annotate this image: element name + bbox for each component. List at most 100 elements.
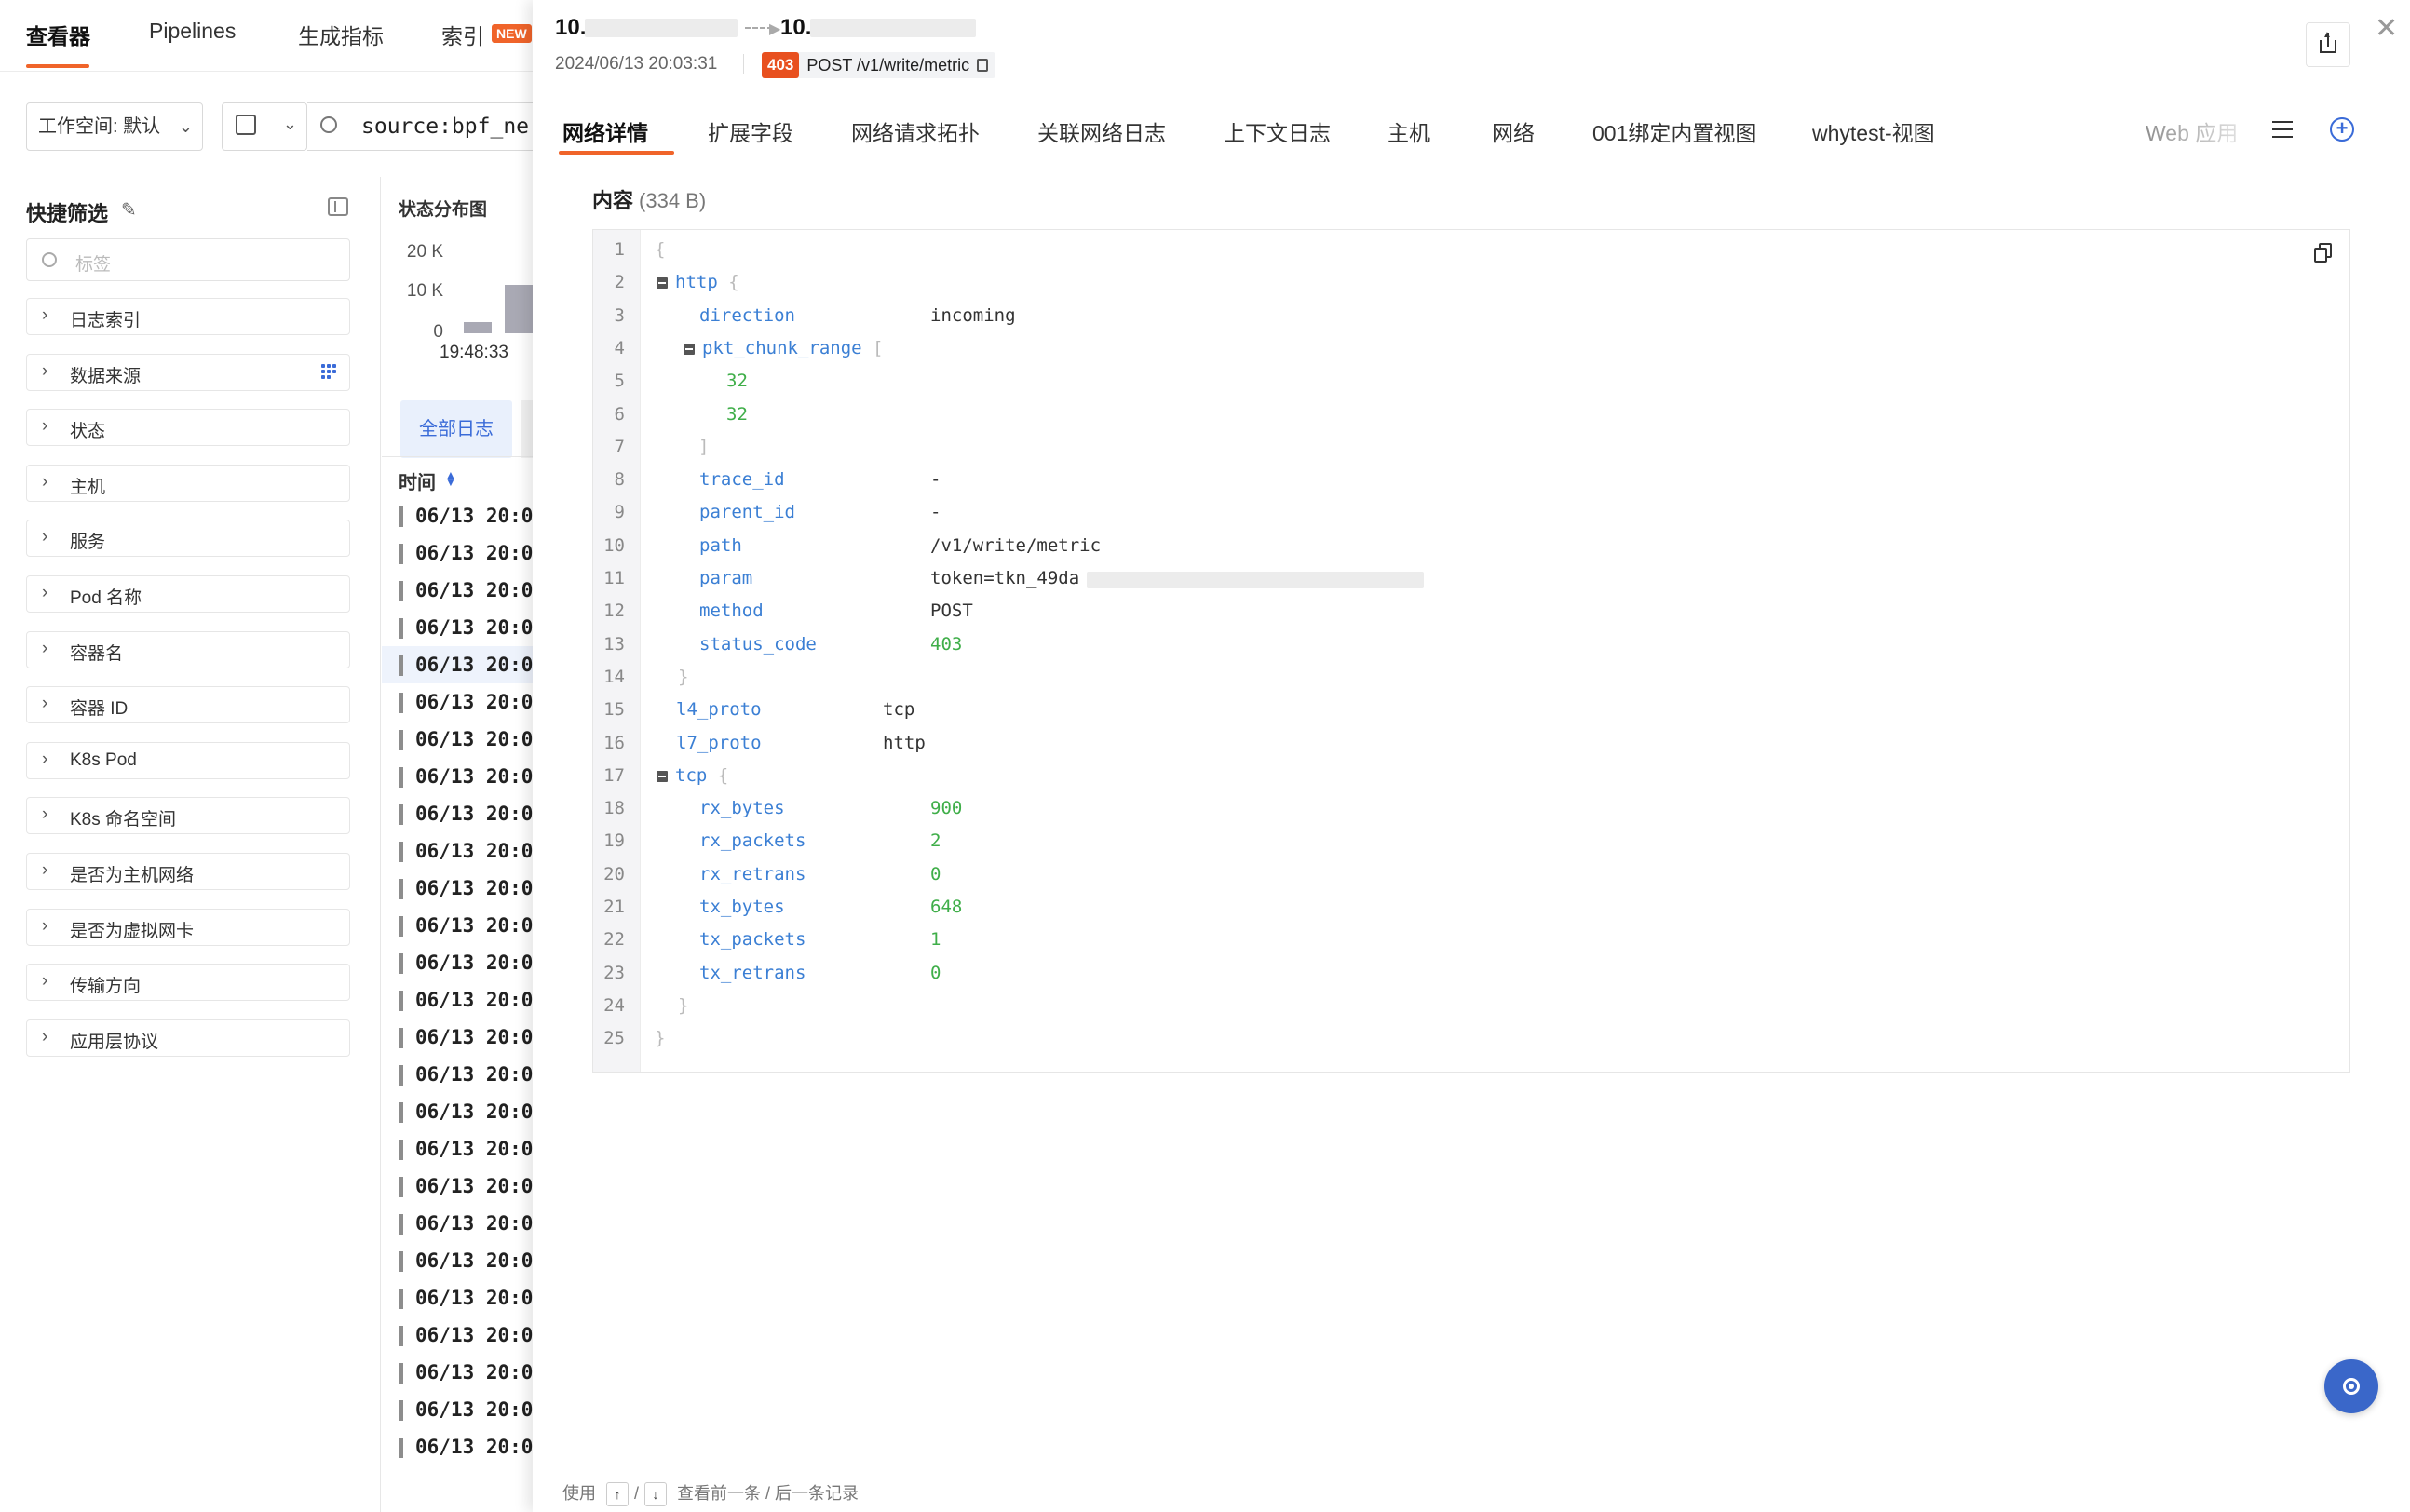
grid-settings-icon[interactable] [321, 363, 338, 381]
detail-tab[interactable]: 001绑定内置视图 [1592, 115, 1756, 147]
chevron-right-icon: › [42, 471, 48, 492]
next-tab-edge [521, 400, 533, 458]
row-time: 06/13 20:03 [415, 1361, 546, 1384]
chevron-right-icon: › [42, 305, 48, 325]
json-key: tx_packets [699, 929, 806, 951]
facet-item[interactable]: › 日志索引 [26, 298, 350, 335]
facet-item[interactable]: › 容器名 [26, 630, 350, 668]
facet-item[interactable]: › 数据来源 [26, 353, 350, 391]
chevron-right-icon: › [42, 638, 48, 658]
time-column-header[interactable]: 时间 [399, 467, 436, 494]
workspace-select[interactable]: 工作空间: 默认 ⌄ [26, 102, 203, 151]
camera-focus-icon [2343, 1378, 2360, 1395]
chevron-down-icon: ⌄ [282, 115, 297, 133]
tab-generate-metrics[interactable]: 生成指标 [298, 19, 384, 50]
facet-item[interactable]: › 服务 [26, 520, 350, 558]
chevron-right-icon: › [42, 804, 48, 825]
status-marker [399, 1177, 403, 1197]
facet-label: 容器 ID [70, 699, 129, 720]
collapse-icon[interactable] [684, 343, 695, 355]
menu-icon[interactable] [2272, 121, 2293, 138]
detail-tab[interactable]: whytest-视图 [1812, 115, 1935, 147]
detail-tab[interactable]: 上下文日志 [1224, 115, 1331, 147]
hint-prefix: 使用 [562, 1484, 596, 1503]
json-number: 32 [726, 403, 748, 425]
close-icon[interactable]: ✕ [2375, 15, 2398, 43]
json-line: } [678, 995, 688, 1016]
json-key: method [699, 601, 764, 622]
line-number-gutter: 1 2 3 4 5 6 7 8 9 10 11 12 13 14 15 16 17 18 19 20 21 22 23 24 2… [593, 230, 641, 1072]
line-number: 5 [614, 371, 625, 392]
facet-label: 是否为主机网络 [70, 866, 195, 885]
line-number: 16 [603, 732, 625, 753]
facet-item[interactable]: › 状态 [26, 409, 350, 447]
content-heading: 内容 (334 B) [592, 184, 706, 214]
facet-item[interactable]: › Pod 名称 [26, 575, 350, 613]
facet-item[interactable]: › K8s Pod [26, 741, 350, 779]
detail-tab[interactable]: 网络 [1492, 115, 1535, 147]
content-title: 内容 [592, 189, 634, 212]
row-time: 06/13 20:03 [415, 1249, 546, 1272]
chevron-right-icon: › [42, 583, 48, 602]
arrow-right-icon: ▶ [769, 21, 781, 37]
collapse-sidebar-icon[interactable] [328, 197, 348, 216]
json-key: tx_bytes [699, 897, 785, 917]
data-source-button[interactable]: ⌄ [222, 102, 307, 151]
detail-tab[interactable]: 关联网络日志 [1037, 115, 1166, 147]
facet-item[interactable]: › 是否为主机网络 [26, 853, 350, 890]
line-number: 15 [603, 699, 625, 721]
line-number: 3 [614, 304, 625, 326]
workspace-label: 工作空间: 默认 [38, 116, 161, 137]
tab-index[interactable]: 索引 [441, 19, 484, 50]
facet-item[interactable]: › 容器 ID [26, 686, 350, 724]
facet-item[interactable]: › 传输方向 [26, 964, 350, 1002]
status-marker [399, 655, 403, 676]
copy-all-icon[interactable] [2314, 243, 2333, 263]
collapse-icon[interactable] [657, 277, 668, 290]
collapse-icon[interactable] [657, 770, 668, 782]
json-line: tx_bytes 648 [699, 897, 962, 917]
row-time: 06/13 20:03 [415, 542, 546, 564]
copy-icon[interactable] [977, 59, 989, 72]
chevron-right-icon: › [42, 694, 48, 714]
facet-item[interactable]: › K8s 命名空间 [26, 797, 350, 835]
status-bar [464, 322, 492, 333]
chevron-right-icon: › [42, 1026, 48, 1046]
tab-overflow-fade [2041, 102, 2274, 155]
screenshot-fab[interactable] [2324, 1359, 2378, 1413]
edit-icon[interactable]: ✎ [121, 198, 137, 222]
facet-item[interactable]: › 主机 [26, 464, 350, 502]
json-key: direction [699, 304, 795, 326]
redacted-block [810, 19, 976, 37]
all-logs-tab[interactable]: 全部日志 [400, 400, 512, 458]
sort-icon[interactable]: ▲ ▼ [445, 469, 456, 488]
row-time: 06/13 20:03 [415, 1436, 546, 1458]
facet-item[interactable]: › 是否为虚拟网卡 [26, 908, 350, 946]
json-bracket: { [717, 764, 729, 786]
json-value: incoming [930, 304, 1016, 326]
facet-label: 传输方向 [70, 977, 142, 997]
sidebar-divider [380, 177, 381, 1512]
detail-tab[interactable]: 网络详情 [562, 115, 648, 147]
detail-tab[interactable]: 主机 [1388, 115, 1430, 147]
facet-label: 主机 [70, 477, 106, 497]
share-button[interactable]: ▲ [2306, 22, 2350, 67]
json-value: 0 [930, 863, 941, 884]
json-key: status_code [699, 633, 817, 655]
row-time: 06/13 20:03 [415, 1138, 546, 1160]
status-code-badge: 403 [762, 52, 800, 78]
detail-tab[interactable]: 扩展字段 [708, 115, 793, 147]
json-key: rx_bytes [699, 798, 785, 819]
status-marker [399, 842, 403, 862]
tag-search-input[interactable]: 标签 [26, 238, 350, 281]
add-view-icon[interactable]: + [2330, 117, 2354, 142]
line-number: 2 [614, 272, 625, 293]
json-line: rx_retrans 0 [699, 864, 941, 884]
chevron-right-icon: › [42, 915, 48, 936]
line-number: 22 [603, 929, 625, 951]
tab-viewer[interactable]: 查看器 [26, 19, 90, 50]
tab-pipelines[interactable]: Pipelines [149, 19, 236, 44]
facet-item[interactable]: › 应用层协议 [26, 1019, 350, 1057]
detail-tab[interactable]: 网络请求拓扑 [851, 115, 980, 147]
json-value: - [930, 469, 941, 491]
